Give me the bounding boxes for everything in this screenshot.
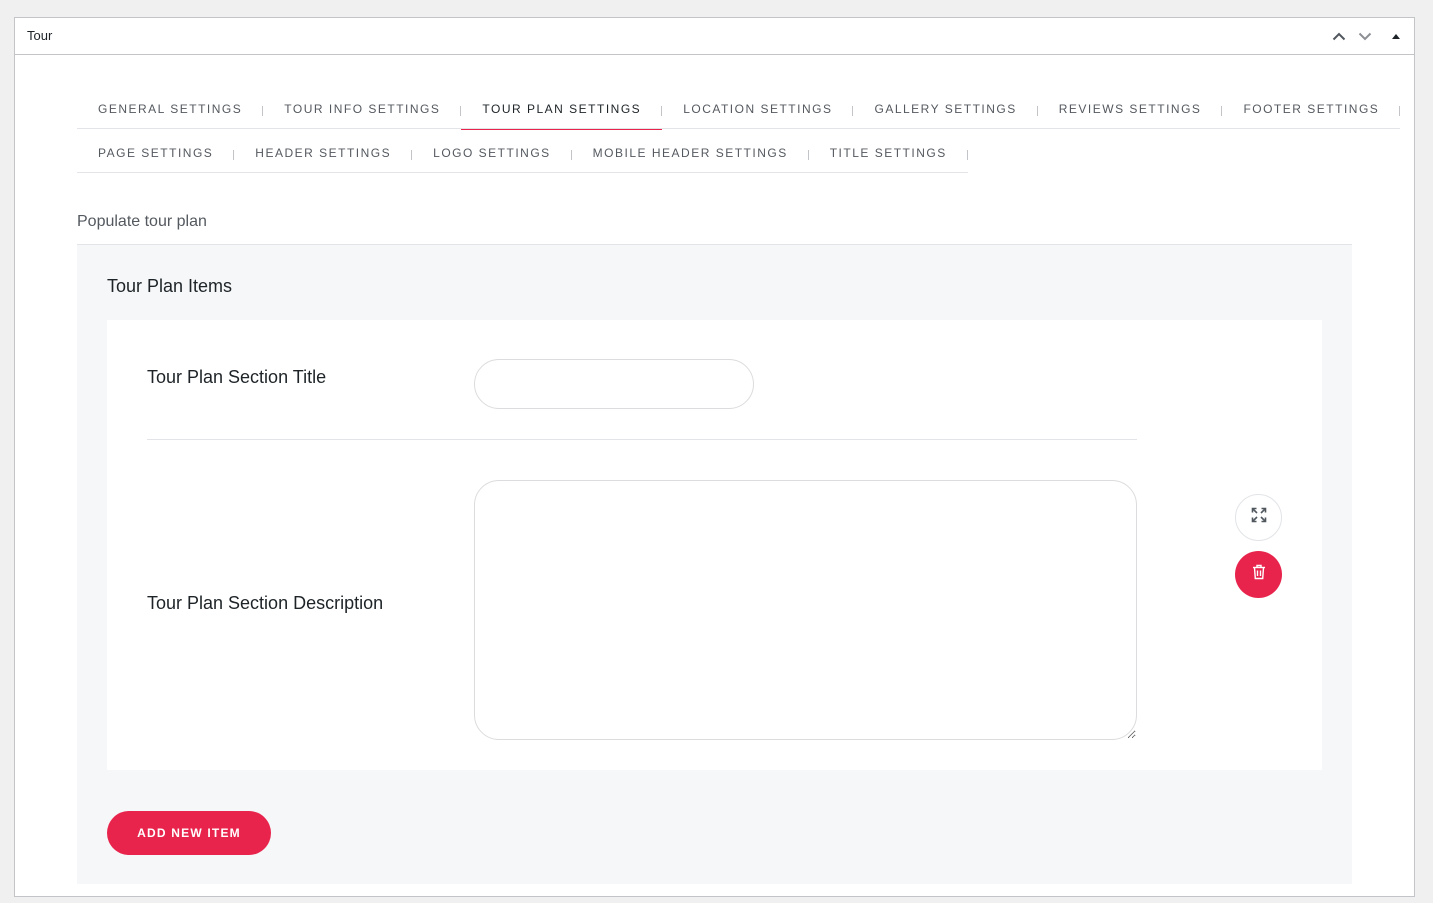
settings-tabs-row-2: PAGE SETTINGS HEADER SETTINGS LOGO SETTI… — [77, 138, 968, 173]
tab-mobile-header-settings[interactable]: MOBILE HEADER SETTINGS — [572, 138, 809, 173]
tab-label: FOOTER SETTINGS — [1243, 102, 1380, 116]
repeater-title: Tour Plan Items — [107, 276, 233, 296]
tab-label: TOUR PLAN SETTINGS — [482, 102, 642, 116]
tab-reviews-settings[interactable]: REVIEWS SETTINGS — [1038, 94, 1223, 129]
expand-item-button[interactable] — [1235, 494, 1282, 541]
section-title-label: Tour Plan Section Title — [147, 367, 327, 387]
tab-footer-settings[interactable]: FOOTER SETTINGS — [1222, 94, 1401, 129]
tab-label: GALLERY SETTINGS — [874, 102, 1017, 116]
tab-tour-info-settings[interactable]: TOUR INFO SETTINGS — [263, 94, 462, 129]
tab-label: LOCATION SETTINGS — [683, 102, 833, 116]
expand-icon — [1251, 507, 1267, 528]
section-title-input[interactable] — [474, 359, 754, 409]
move-up-icon[interactable] — [1328, 25, 1350, 47]
tab-label: TOUR INFO SETTINGS — [284, 102, 441, 116]
settings-tabs-row-1: GENERAL SETTINGS TOUR INFO SETTINGS TOUR… — [77, 94, 1401, 130]
tab-label: GENERAL SETTINGS — [98, 102, 243, 116]
tab-label: LOGO SETTINGS — [433, 146, 551, 160]
tab-gallery-settings[interactable]: GALLERY SETTINGS — [853, 94, 1039, 129]
trash-icon — [1252, 564, 1266, 585]
tab-general-settings[interactable]: GENERAL SETTINGS — [77, 94, 264, 129]
section-description-textarea[interactable] — [474, 480, 1137, 740]
tab-label: TITLE SETTINGS — [829, 146, 947, 160]
tab-label: PAGE SETTINGS — [98, 146, 214, 160]
tour-metabox: Tour GENERAL SETTINGS TOUR INFO SETTINGS… — [14, 17, 1415, 897]
move-down-icon[interactable] — [1354, 25, 1376, 47]
repeater-item: Tour Plan Section Title Tour Plan Sectio… — [107, 320, 1322, 770]
tab-label: REVIEWS SETTINGS — [1058, 102, 1202, 116]
tab-page-settings[interactable]: PAGE SETTINGS — [77, 138, 235, 173]
tab-logo-settings[interactable]: LOGO SETTINGS — [412, 138, 572, 173]
tab-label: MOBILE HEADER SETTINGS — [592, 146, 788, 160]
repeater-container: Tour Plan Items Tour Plan Section Title … — [77, 245, 1352, 884]
section-description-label: Tour Plan Section Description — [147, 593, 384, 613]
add-new-item-button[interactable]: ADD NEW ITEM — [107, 811, 271, 855]
tab-title-settings[interactable]: TITLE SETTINGS — [809, 138, 968, 173]
tab-header-settings[interactable]: HEADER SETTINGS — [234, 138, 413, 173]
divider — [147, 439, 1137, 440]
section-heading: Populate tour plan — [77, 213, 207, 230]
collapse-toggle-icon[interactable] — [1385, 25, 1407, 47]
tab-label: HEADER SETTINGS — [255, 146, 392, 160]
tab-location-settings[interactable]: LOCATION SETTINGS — [662, 94, 854, 129]
metabox-header: Tour — [15, 18, 1414, 55]
delete-item-button[interactable] — [1235, 551, 1282, 598]
tab-tour-plan-settings[interactable]: TOUR PLAN SETTINGS — [461, 94, 663, 130]
active-tab-indicator — [461, 129, 663, 130]
metabox-title: Tour — [27, 28, 53, 43]
